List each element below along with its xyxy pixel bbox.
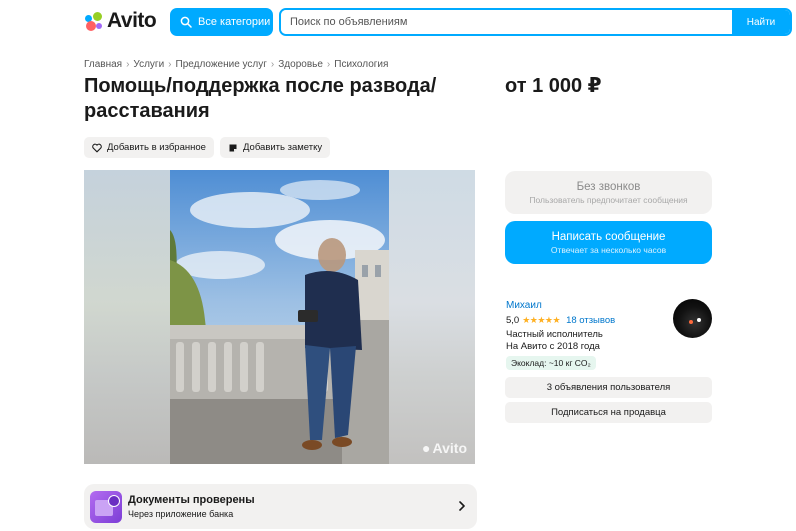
add-to-favorites-label: Добавить в избранное — [107, 142, 206, 153]
add-note-label: Добавить заметку — [243, 142, 323, 153]
breadcrumb-item[interactable]: Психология — [334, 59, 388, 70]
add-note-button[interactable]: Добавить заметку — [220, 137, 331, 158]
breadcrumb-item[interactable]: Услуги — [133, 59, 164, 70]
write-message-subtitle: Отвечает за несколько часов — [550, 244, 667, 255]
avito-logo[interactable]: Avito — [84, 9, 157, 33]
documents-title: Документы проверены — [128, 494, 255, 506]
no-calls-title: Без звонков — [576, 180, 641, 193]
all-categories-button[interactable]: Все категории — [170, 8, 273, 36]
breadcrumb: Главная › Услуги › Предложение услуг › Здор… — [84, 59, 388, 70]
listing-title: Помощь/поддержка после развода/расставан… — [84, 75, 437, 122]
no-calls-subtitle: Пользователь предпочитает сообщения — [529, 194, 688, 205]
breadcrumb-separator: › — [326, 59, 331, 70]
breadcrumb-item[interactable]: Предложение услуг — [176, 59, 267, 70]
rating-value: 5,0 — [506, 315, 520, 326]
chevron-right-icon — [459, 501, 465, 511]
seller-listings-button[interactable]: 3 объявления пользователя — [505, 377, 712, 398]
breadcrumb-separator: › — [168, 59, 172, 70]
photo-gallery[interactable]: ● Avito — [84, 170, 475, 464]
no-calls-button[interactable]: Без звонков Пользователь предпочитает со… — [505, 171, 712, 214]
breadcrumb-separator: › — [270, 59, 275, 70]
logo-dots-icon — [84, 11, 104, 31]
star-rating-icon: ★★★★★ — [522, 315, 561, 325]
documents-verified-card[interactable]: Документы проверены Через приложение бан… — [84, 484, 477, 529]
breadcrumb-item[interactable]: Главная — [84, 59, 122, 70]
header: Avito Все категории Найти — [0, 0, 796, 44]
logo-text: Avito — [107, 9, 157, 32]
seller-type: Частный исполнитель — [506, 329, 603, 340]
seller-since: На Авито с 2018 года — [506, 341, 600, 352]
listing-photo[interactable] — [170, 170, 389, 464]
document-verified-icon — [90, 491, 122, 523]
reviews-link[interactable]: 18 отзывов — [566, 315, 615, 326]
seller-avatar[interactable] — [673, 299, 712, 338]
seller-rating: 5,0 ★★★★★ 18 отзывов — [506, 315, 615, 326]
eco-badge[interactable]: Экоклад: ~10 кг CO₂ — [506, 356, 596, 370]
avito-watermark: ● Avito — [422, 440, 467, 456]
listing-price: от 1 000 ₽ — [505, 75, 602, 97]
watermark-dots-icon: ● — [422, 440, 431, 456]
search-button[interactable]: Найти — [732, 10, 790, 34]
seller-name[interactable]: Михаил — [506, 300, 542, 311]
search-bar: Найти — [279, 8, 792, 36]
search-input[interactable] — [281, 10, 732, 34]
add-to-favorites-button[interactable]: Добавить в избранное — [84, 137, 214, 158]
all-categories-label: Все категории — [198, 16, 271, 28]
search-icon — [180, 16, 192, 28]
heart-icon — [92, 143, 102, 152]
gallery-blur-right — [389, 170, 475, 464]
write-message-button[interactable]: Написать сообщение Отвечает за несколько… — [505, 221, 712, 264]
watermark-text: Avito — [432, 440, 467, 456]
write-message-title: Написать сообщение — [551, 230, 666, 243]
subscribe-seller-button[interactable]: Подписаться на продавца — [505, 402, 712, 423]
note-icon — [229, 144, 237, 151]
gallery-blur-left — [84, 170, 170, 464]
breadcrumb-separator: › — [126, 59, 130, 70]
breadcrumb-item[interactable]: Здоровье — [278, 59, 323, 70]
documents-subtitle: Через приложение банка — [128, 509, 234, 519]
